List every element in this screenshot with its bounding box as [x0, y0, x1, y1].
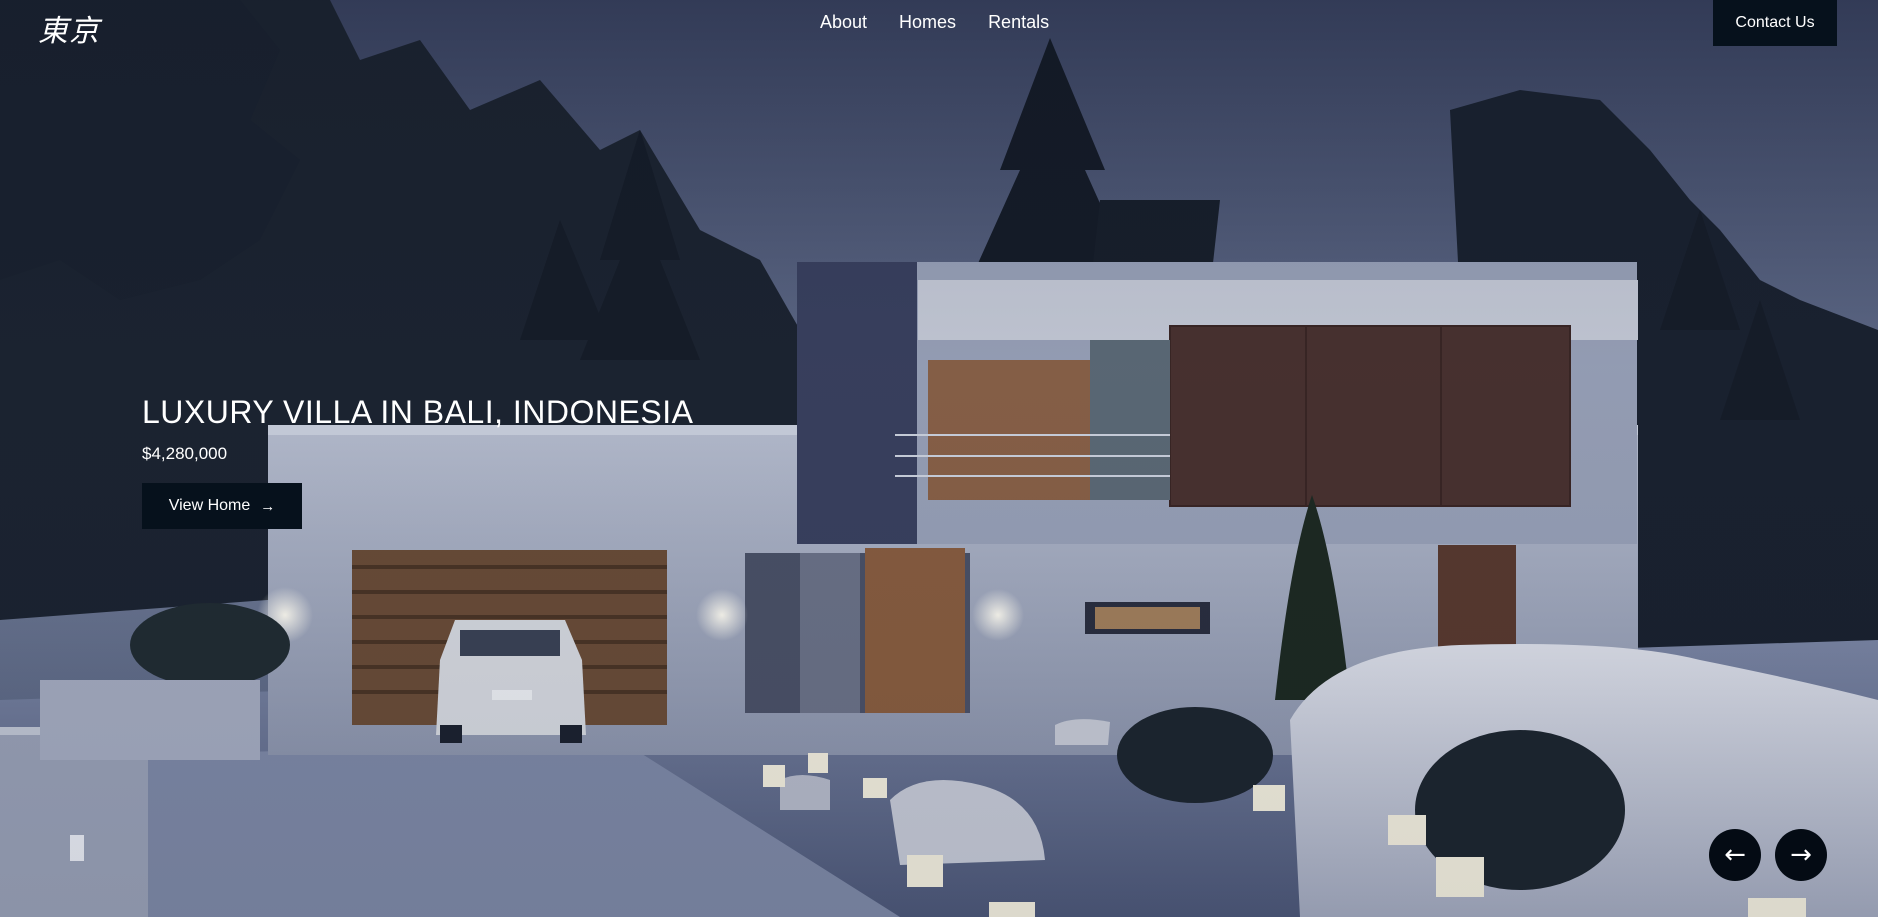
- arrow-right-icon: →: [1790, 840, 1812, 870]
- arrow-left-icon: ←: [1724, 840, 1746, 870]
- site-logo[interactable]: 東京: [38, 6, 100, 50]
- nav-link-about[interactable]: About: [820, 12, 867, 33]
- hero-background-image: [0, 0, 1878, 917]
- view-home-label: View Home: [168, 497, 251, 514]
- contact-us-button[interactable]: Contact Us: [1713, 0, 1837, 46]
- hero-title: LUXURY VILLA IN BALI, INDONESIA: [142, 394, 694, 430]
- nav-link-rentals[interactable]: Rentals: [988, 12, 1049, 33]
- main-nav: About Homes Rentals: [820, 12, 1049, 33]
- nav-link-homes[interactable]: Homes: [899, 12, 956, 33]
- arrow-right-icon: →: [260, 497, 276, 515]
- slider-prev-button[interactable]: ←: [1709, 829, 1761, 881]
- slider-next-button[interactable]: →: [1775, 829, 1827, 881]
- hero-price: $4,280,000: [142, 444, 228, 463]
- hero-section: 東京 About Homes Rentals Contact Us LUXURY…: [0, 0, 1878, 917]
- view-home-button[interactable]: View Home →: [142, 483, 302, 529]
